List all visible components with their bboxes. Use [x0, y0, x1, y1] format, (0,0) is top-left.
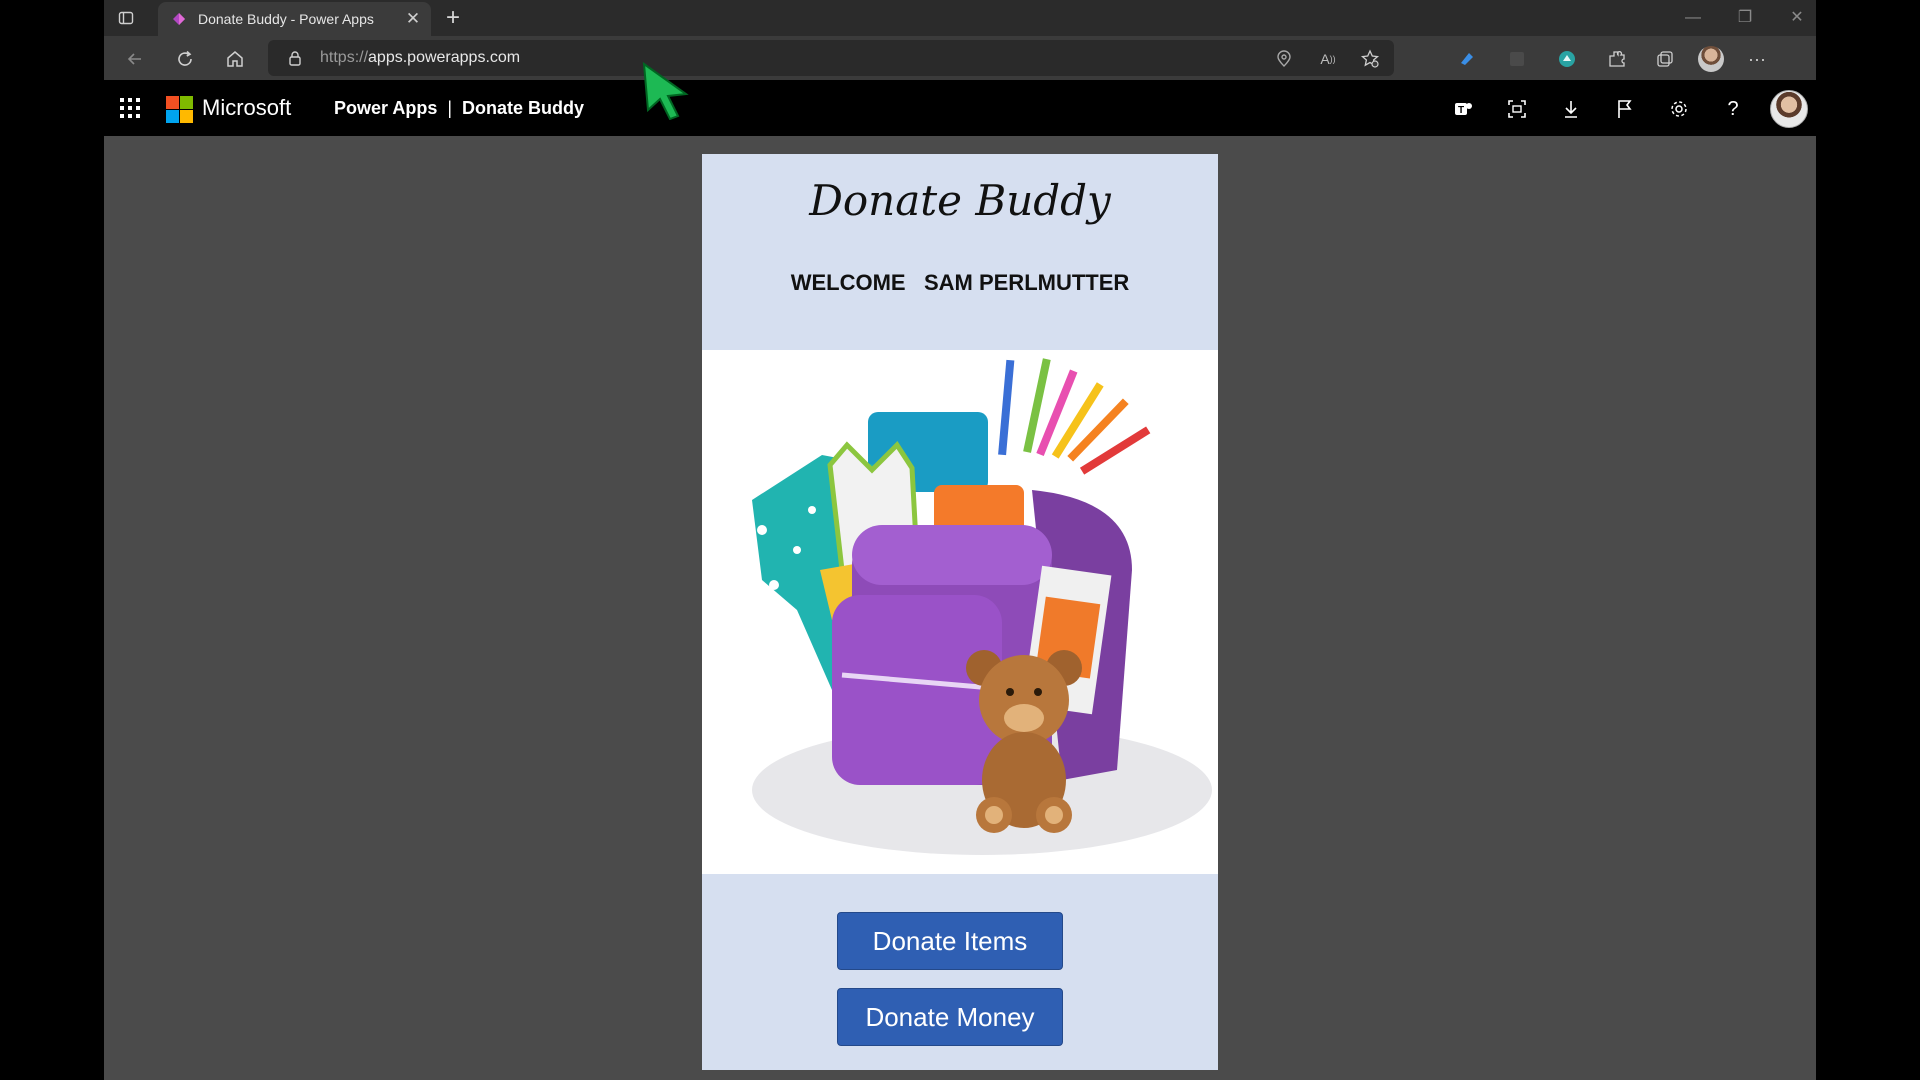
power-apps-header: Microsoft Power Apps | Donate Buddy T ?	[104, 80, 1816, 136]
donate-money-button[interactable]: Donate Money	[837, 988, 1063, 1046]
power-apps-link[interactable]: Power Apps	[334, 98, 437, 118]
app-breadcrumb: Power Apps | Donate Buddy	[334, 98, 584, 119]
flag-icon[interactable]	[1612, 96, 1638, 122]
mouse-cursor-icon	[642, 61, 690, 121]
pencils-image	[998, 358, 1151, 475]
tab-strip: Donate Buddy - Power Apps ✕ + — ❐ ✕	[104, 0, 1816, 36]
svg-text:T: T	[1458, 105, 1464, 116]
breadcrumb-separator: |	[447, 98, 453, 118]
extension-icon[interactable]	[1454, 46, 1480, 72]
user-name: SAM PERLMUTTER	[923, 270, 1130, 295]
favorites-add-icon[interactable]	[1360, 49, 1380, 69]
backpack-image	[832, 490, 1132, 785]
browser-toolbar: https://apps.powerapps.com A)) ···	[104, 36, 1816, 80]
back-icon[interactable]	[122, 46, 148, 72]
donation-illustration	[702, 350, 1218, 874]
app-screen: Donate Buddy WELCOME SAM PERLMUTTER Dona…	[702, 154, 1218, 1070]
minimize-button[interactable]: —	[1678, 6, 1708, 30]
extension-dark-icon[interactable]	[1504, 46, 1530, 72]
refresh-icon[interactable]	[172, 46, 198, 72]
tab-active[interactable]: Donate Buddy - Power Apps ✕	[158, 2, 431, 36]
microsoft-brand: Microsoft	[202, 95, 292, 120]
tab-actions-icon[interactable]	[116, 8, 136, 28]
extension-teal-icon[interactable]	[1554, 46, 1580, 72]
help-icon[interactable]: ?	[1720, 96, 1746, 122]
address-bar[interactable]: https://apps.powerapps.com A))	[268, 40, 1394, 76]
tab-close-icon[interactable]: ✕	[401, 7, 425, 31]
power-apps-icon	[170, 10, 188, 28]
collections-icon[interactable]	[1652, 46, 1678, 72]
welcome-message: WELCOME SAM PERLMUTTER	[702, 270, 1218, 296]
url-text[interactable]: https://apps.powerapps.com	[320, 49, 520, 67]
download-icon[interactable]	[1558, 96, 1584, 122]
donate-items-button[interactable]: Donate Items	[837, 912, 1063, 970]
user-avatar[interactable]	[1770, 90, 1808, 128]
extensions-icon[interactable]	[1604, 46, 1630, 72]
app-name: Donate Buddy	[462, 98, 585, 118]
app-title: Donate Buddy	[809, 176, 1111, 225]
app-launcher-icon[interactable]	[120, 98, 140, 118]
welcome-label: WELCOME	[790, 270, 906, 295]
more-icon[interactable]: ···	[1744, 46, 1770, 72]
close-window-button[interactable]: ✕	[1782, 6, 1812, 30]
fit-screen-icon[interactable]	[1504, 96, 1530, 122]
microsoft-logo	[166, 96, 193, 123]
read-aloud-icon[interactable]: A))	[1318, 49, 1338, 69]
tab-title: Donate Buddy - Power Apps	[198, 11, 374, 27]
lock-icon[interactable]	[286, 49, 304, 67]
home-icon[interactable]	[222, 46, 248, 72]
new-tab-button[interactable]: +	[440, 6, 466, 32]
restore-button[interactable]: ❐	[1730, 6, 1760, 30]
browser-window: Donate Buddy - Power Apps ✕ + — ❐ ✕ http…	[104, 0, 1816, 1080]
location-icon[interactable]	[1274, 49, 1294, 69]
settings-gear-icon[interactable]	[1666, 96, 1692, 122]
teams-icon[interactable]: T	[1450, 96, 1476, 122]
profile-avatar[interactable]	[1698, 46, 1724, 72]
